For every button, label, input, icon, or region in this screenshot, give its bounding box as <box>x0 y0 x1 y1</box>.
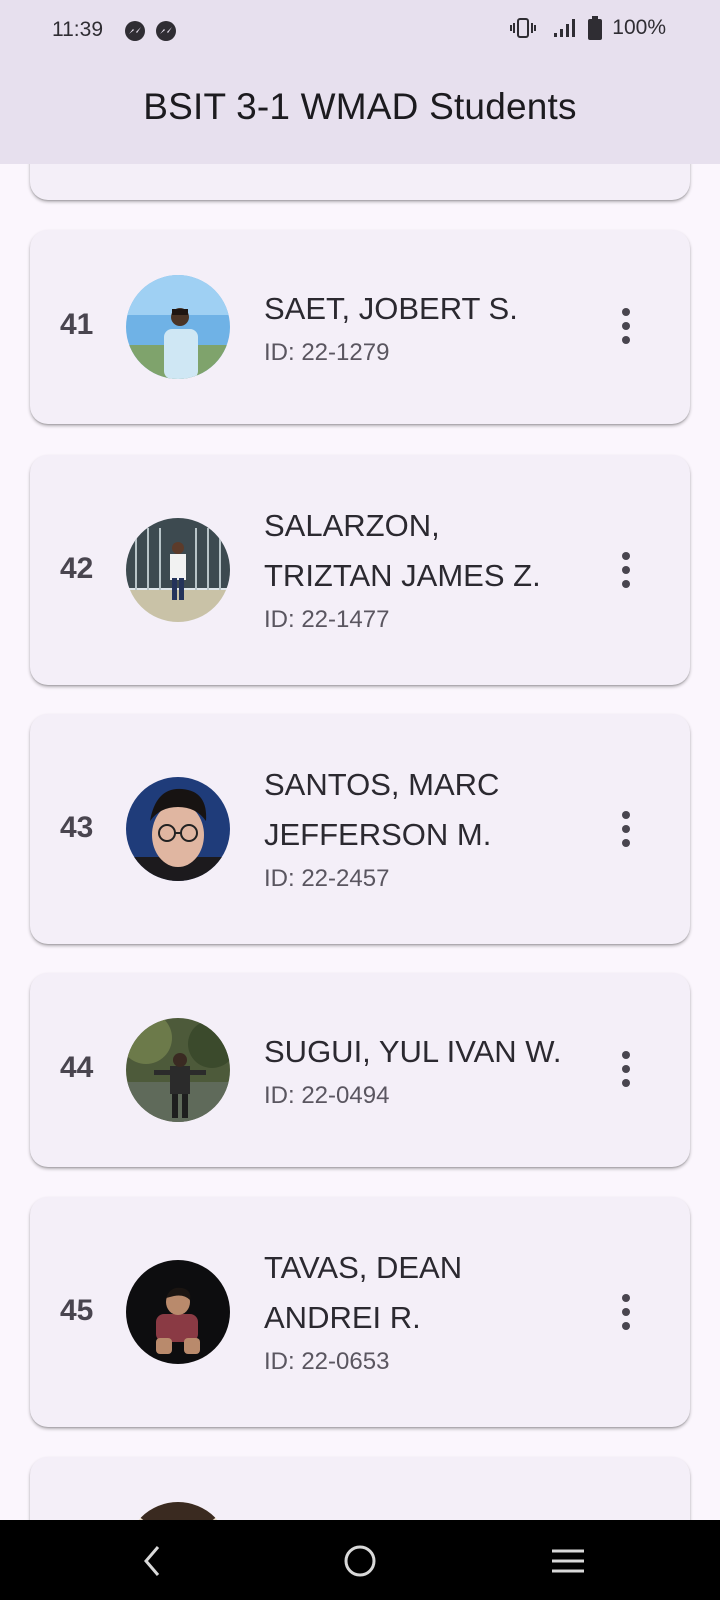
home-icon[interactable] <box>337 1538 383 1584</box>
student-info: SANTOS, MARC JEFFERSON M. ID: 22-2457 <box>264 760 604 896</box>
student-card[interactable]: 42 SALARZON, TRIZTAN JAMES Z. ID: 22-147… <box>30 455 690 685</box>
student-card-partial-bottom[interactable] <box>30 1457 690 1520</box>
student-number: 44 <box>60 1051 94 1084</box>
student-id: ID: 22-0494 <box>264 1082 390 1109</box>
more-options-icon[interactable] <box>614 308 638 348</box>
student-id: ID: 22-0653 <box>264 1348 390 1375</box>
page-title: BSIT 3-1 WMAD Students <box>143 86 577 127</box>
student-name-line-2: TRIZTAN JAMES Z. <box>264 558 541 593</box>
student-name-line-2: ANDREI R. <box>264 1300 421 1335</box>
student-avatar <box>126 777 230 881</box>
student-id: ID: 22-2457 <box>264 865 390 892</box>
back-icon[interactable] <box>130 1538 176 1584</box>
student-number: 42 <box>60 552 94 585</box>
student-info: SUGUI, YUL IVAN W. ID: 22-0494 <box>264 1027 604 1113</box>
battery-percent: 100% <box>612 16 666 39</box>
app-top-bar: 11:39 100% BSIT 3-1 WMAD Students <box>0 0 720 164</box>
status-time: 11:39 <box>52 18 103 41</box>
student-info: SALARZON, TRIZTAN JAMES Z. ID: 22-1477 <box>264 501 604 637</box>
signal-icon <box>554 19 576 37</box>
system-nav-bar <box>0 1520 720 1600</box>
student-avatar <box>126 518 230 622</box>
vibrate-icon <box>510 18 537 38</box>
messenger-icon <box>125 21 145 41</box>
student-card[interactable]: 41 SAET, JOBERT S. ID: 22-1279 <box>30 230 690 424</box>
student-avatar <box>126 1018 230 1122</box>
student-info: SAET, JOBERT S. ID: 22-1279 <box>264 284 604 370</box>
student-name: SUGUI, YUL IVAN W. <box>264 1034 562 1069</box>
more-options-icon[interactable] <box>614 552 638 592</box>
messenger-icon <box>156 21 176 41</box>
student-number: 41 <box>60 308 94 341</box>
student-name-line-1: TAVAS, DEAN <box>264 1250 463 1285</box>
student-name: SAET, JOBERT S. <box>264 291 518 326</box>
more-options-icon[interactable] <box>614 811 638 851</box>
student-card[interactable]: 45 TAVAS, DEAN ANDREI R. ID: 22-0653 <box>30 1197 690 1427</box>
student-list[interactable]: 41 SAET, JOBERT S. ID: 22-1279 42 SALARZ… <box>0 0 720 1520</box>
student-id: ID: 22-1477 <box>264 606 390 633</box>
student-info: TAVAS, DEAN ANDREI R. ID: 22-0653 <box>264 1243 604 1379</box>
more-options-icon[interactable] <box>614 1294 638 1334</box>
battery-icon <box>588 16 603 40</box>
more-options-icon[interactable] <box>614 1051 638 1091</box>
student-number: 43 <box>60 811 94 844</box>
recents-icon[interactable] <box>545 1538 591 1584</box>
student-avatar <box>126 1502 230 1520</box>
student-card[interactable]: 43 SANTOS, MARC JEFFERSON M. ID: 22-2457 <box>30 714 690 944</box>
student-avatar <box>126 1260 230 1364</box>
student-name-line-1: SALARZON, <box>264 508 440 543</box>
student-avatar <box>126 275 230 379</box>
student-card[interactable]: 44 SUGUI, YUL IVAN W. ID: 22-0494 <box>30 973 690 1167</box>
status-icons: 100% <box>510 16 666 40</box>
student-number: 45 <box>60 1294 94 1327</box>
student-name-line-1: SANTOS, MARC <box>264 767 500 802</box>
student-name-line-2: JEFFERSON M. <box>264 817 492 852</box>
student-id: ID: 22-1279 <box>264 339 390 366</box>
